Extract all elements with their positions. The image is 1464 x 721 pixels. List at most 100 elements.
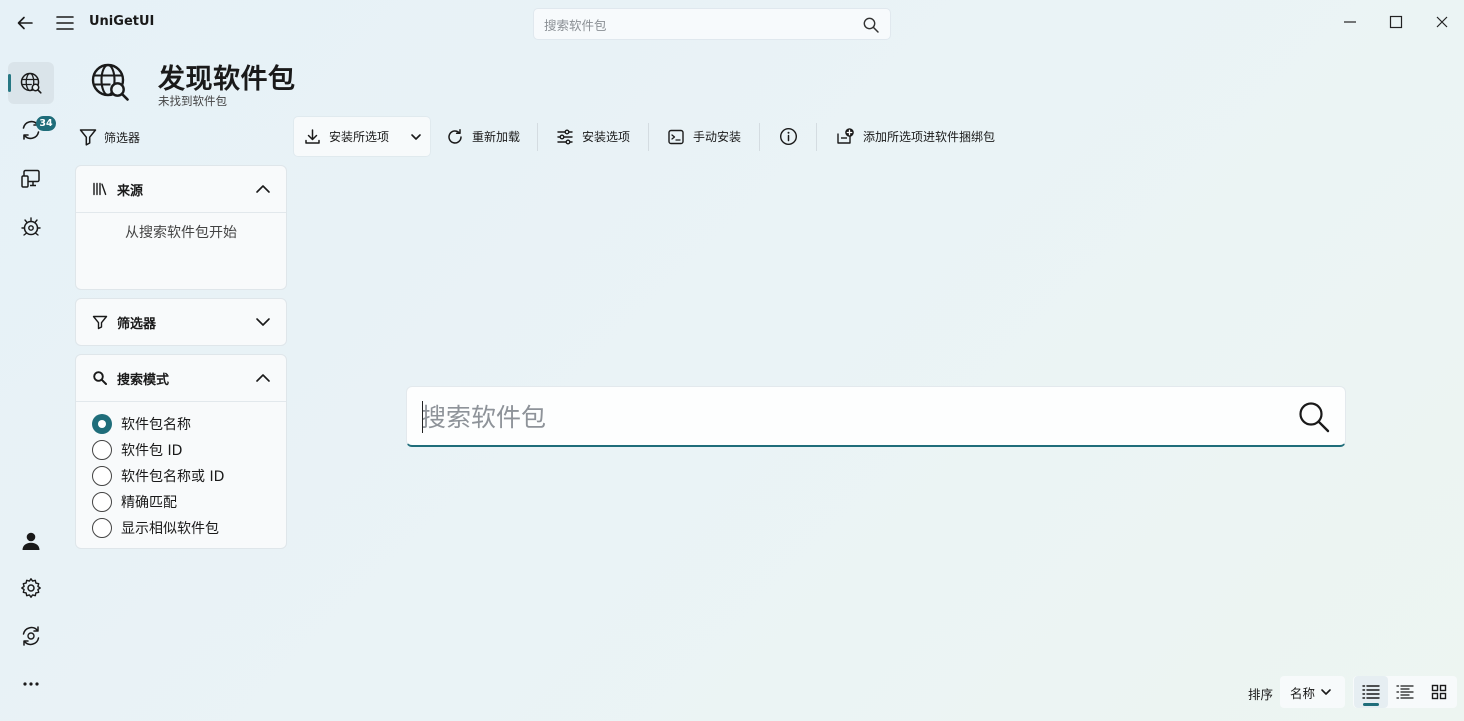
- radio-button[interactable]: [92, 466, 112, 486]
- search-mode-option-similar[interactable]: 显示相似软件包: [92, 517, 219, 539]
- nav-settings[interactable]: [8, 568, 54, 608]
- search-icon[interactable]: [862, 16, 880, 34]
- funnel-icon: [92, 315, 108, 330]
- maximize-button[interactable]: [1384, 10, 1408, 34]
- search-mode-option-exact[interactable]: 精确匹配: [92, 491, 177, 513]
- sources-empty-text: 从搜索软件包开始: [125, 225, 237, 241]
- top-search-box[interactable]: [533, 8, 891, 40]
- radio-button[interactable]: [92, 492, 112, 512]
- desktop-icon: [21, 169, 40, 188]
- minimize-icon: [1344, 21, 1356, 23]
- search-mode-option-id[interactable]: 软件包 ID: [92, 439, 182, 461]
- chevron-up-icon[interactable]: [254, 369, 272, 387]
- view-details-button[interactable]: [1388, 676, 1422, 708]
- sort-value: 名称: [1290, 685, 1316, 701]
- search-icon[interactable]: [1297, 400, 1331, 434]
- reload-label: 重新加载: [472, 130, 521, 144]
- install-options-button[interactable]: 安装选项: [548, 117, 638, 156]
- sliders-icon: [557, 129, 573, 144]
- filters-toggle-button[interactable]: 筛选器: [78, 124, 140, 150]
- page-title: 发现软件包: [158, 64, 296, 95]
- search-mode-panel: 搜索模式 软件包名称 软件包 ID 软件包名称或 ID 精确匹配 显示相似软件包: [75, 354, 287, 549]
- nav-package-bundles[interactable]: [8, 206, 54, 248]
- panel-divider: [76, 212, 286, 213]
- close-icon: [1436, 16, 1448, 28]
- nav-help[interactable]: [8, 616, 54, 656]
- manual-install-button[interactable]: 手动安装: [659, 117, 749, 156]
- title-bar: UniGetUI: [0, 0, 1464, 46]
- chevron-up-icon[interactable]: [254, 180, 272, 198]
- add-to-bundle-button[interactable]: 添加所选项进软件捆绑包: [828, 117, 1003, 156]
- radio-button-checked[interactable]: [92, 414, 112, 434]
- more-icon: [23, 682, 39, 686]
- search-mode-option-name[interactable]: 软件包名称: [92, 413, 191, 435]
- minimize-button[interactable]: [1338, 10, 1362, 34]
- search-mode-option-name-or-id[interactable]: 软件包名称或 ID: [92, 465, 224, 487]
- info-icon: [779, 127, 798, 146]
- panel-divider: [76, 401, 286, 402]
- sort-by-dropdown[interactable]: 名称: [1280, 676, 1345, 708]
- person-icon: [22, 532, 40, 550]
- nav-installed[interactable]: [8, 158, 54, 200]
- globe-search-icon: [20, 72, 42, 94]
- maximize-icon: [1389, 15, 1403, 29]
- settings-bug-icon: [21, 217, 41, 236]
- view-list-button[interactable]: [1354, 676, 1388, 708]
- install-options-dropdown[interactable]: [401, 117, 430, 156]
- radio-button[interactable]: [92, 440, 112, 460]
- download-icon: [305, 129, 320, 144]
- list-view-icon: [1362, 685, 1380, 699]
- chevron-down-icon: [1321, 689, 1331, 695]
- add-to-bundle-label: 添加所选项进软件捆绑包: [863, 130, 996, 144]
- hamburger-menu-button[interactable]: [52, 11, 78, 35]
- back-button[interactable]: [12, 11, 38, 35]
- detailed-list-icon: [1396, 685, 1414, 699]
- updates-count-badge: 34: [36, 116, 56, 131]
- bundle-add-icon: [837, 128, 854, 144]
- main-search-input[interactable]: [421, 399, 1261, 435]
- sort-label: 排序: [1248, 687, 1274, 702]
- toolbar-separator: [816, 123, 817, 151]
- close-button[interactable]: [1430, 10, 1454, 34]
- install-selected-split-button: 安装所选项: [294, 117, 430, 156]
- terminal-icon: [668, 129, 684, 144]
- search-icon: [93, 371, 107, 385]
- text-caret: [422, 401, 423, 433]
- hamburger-icon: [56, 16, 74, 30]
- main-search-box[interactable]: [406, 386, 1346, 447]
- arrow-left-icon: [17, 16, 33, 30]
- search-mode-option-label: 精确匹配: [121, 495, 177, 511]
- nav-discover[interactable]: [8, 62, 54, 104]
- search-mode-option-label: 显示相似软件包: [121, 521, 219, 537]
- library-icon: [93, 182, 107, 196]
- install-options-label: 安装选项: [582, 130, 631, 144]
- view-grid-button[interactable]: [1422, 676, 1456, 708]
- grid-view-icon: [1431, 684, 1447, 700]
- funnel-icon: [79, 129, 97, 146]
- search-mode-option-label: 软件包名称: [121, 417, 191, 433]
- sources-panel-header[interactable]: 来源: [76, 166, 286, 212]
- reload-icon: [448, 128, 462, 144]
- filters-panel: 筛选器: [75, 298, 287, 346]
- sources-panel-title: 来源: [117, 183, 144, 199]
- nav-more[interactable]: [8, 664, 54, 704]
- filters-toggle-label: 筛选器: [104, 130, 141, 145]
- manual-install-label: 手动安装: [693, 130, 742, 144]
- package-details-button[interactable]: [771, 117, 806, 156]
- reload-button[interactable]: 重新加载: [438, 117, 528, 156]
- help-sync-icon: [22, 626, 40, 646]
- view-mode-switcher: [1353, 676, 1457, 708]
- search-mode-option-label: 软件包 ID: [121, 443, 183, 459]
- toolbar-separator: [537, 123, 538, 151]
- toolbar-separator: [648, 123, 649, 151]
- filters-panel-title: 筛选器: [117, 316, 157, 332]
- top-search-input[interactable]: [544, 15, 844, 35]
- filters-panel-header[interactable]: 筛选器: [76, 299, 286, 345]
- radio-button[interactable]: [92, 518, 112, 538]
- discover-page-icon: [91, 63, 129, 101]
- chevron-down-icon[interactable]: [254, 313, 272, 331]
- install-selected-button[interactable]: 安装所选项: [294, 117, 400, 156]
- app-title: UniGetUI: [89, 14, 155, 29]
- search-mode-panel-header[interactable]: 搜索模式: [76, 355, 286, 401]
- nav-account[interactable]: [8, 521, 54, 561]
